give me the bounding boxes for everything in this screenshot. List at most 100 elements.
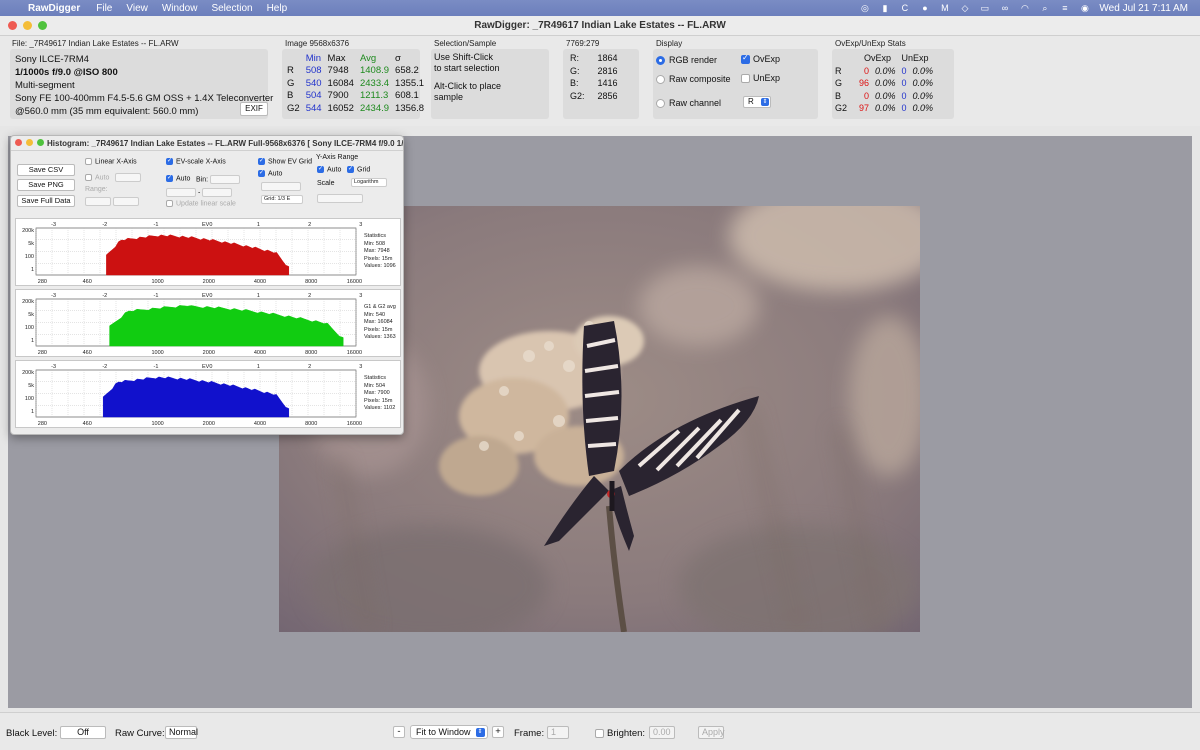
bin-option[interactable]: Bin: [196, 175, 241, 184]
menu-view[interactable]: View [126, 3, 148, 14]
show-ev-grid-checkbox[interactable] [258, 157, 265, 165]
grid-select[interactable]: Grid: 1/3 E [261, 195, 303, 204]
y-max-field[interactable] [317, 194, 363, 203]
zoom-select[interactable]: Fit to Window ⇕ [410, 725, 488, 739]
status-icon-2[interactable]: ▮ [879, 3, 890, 13]
grid-step-dropdown[interactable]: Grid: 1/3 E [261, 195, 303, 204]
status-icon-4[interactable]: ● [919, 3, 930, 13]
exif-button[interactable]: EXIF [240, 102, 268, 116]
siri-icon[interactable]: ◉ [1079, 3, 1090, 13]
menu-file[interactable]: File [96, 3, 112, 14]
ev-auto-checkbox[interactable] [166, 174, 173, 182]
unexp-checkbox[interactable] [741, 74, 750, 84]
raw-curve-control[interactable]: Normal [165, 726, 198, 739]
brighten-field[interactable]: 0.00 [649, 726, 675, 739]
rgb-render-radio[interactable] [656, 56, 665, 66]
link-icon[interactable]: ∞ [999, 3, 1010, 13]
menubar-datetime[interactable]: Wed Jul 21 7:11 AM [1099, 3, 1188, 14]
histogram-panel-blue[interactable]: -3 -2 -1 EV0 1 2 3 200k 5k 100 1 280 460 1000 2000 4000… [15, 360, 401, 428]
y-auto-option[interactable]: Auto [317, 165, 341, 173]
show-ev-grid-option[interactable]: Show EV Grid [258, 157, 312, 165]
apply-control[interactable]: Apply [698, 726, 725, 739]
y-tick-label: 1 [31, 409, 34, 415]
save-full-data-button[interactable]: Save Full Data [17, 195, 75, 207]
y-grid-checkbox[interactable] [347, 165, 354, 173]
close-window-button[interactable] [8, 21, 17, 30]
status-icon-3[interactable]: C [899, 3, 910, 13]
ovexp-option[interactable]: OvExp [741, 53, 780, 65]
menu-window[interactable]: Window [162, 3, 198, 14]
linear-x-checkbox[interactable] [85, 158, 92, 165]
zoom-window-button[interactable] [38, 21, 47, 30]
raw-channel-dropdown[interactable]: R ⇕ [743, 96, 771, 108]
zoom-out-button[interactable]: - [393, 726, 405, 738]
raw-channel-option[interactable]: Raw channel [656, 98, 721, 109]
zoom-in-control[interactable]: + [492, 726, 504, 738]
control-center-icon[interactable]: ≡ [1059, 3, 1070, 13]
update-linear-option[interactable]: Update linear scale [166, 200, 236, 207]
black-level-field[interactable]: Off [60, 726, 106, 739]
histogram-panel-red[interactable]: -3 -2 -1 EV0 1 2 3 200k 5k 100 1 280 460 1000 2000 4000… [15, 218, 401, 286]
raw-curve-field[interactable]: Normal [165, 726, 198, 739]
frame-field[interactable]: 1 [547, 726, 569, 739]
frame-control[interactable]: 1 [547, 726, 569, 739]
ev-scale-checkbox[interactable] [166, 157, 173, 165]
range-max-field[interactable] [112, 197, 139, 206]
histogram-panel-green[interactable]: -3 -2 -1 EV0 1 2 3 200k 5k 100 1 280 460 1000 2000 4000… [15, 289, 401, 357]
scale-dropdown[interactable]: Logarithm [351, 178, 387, 187]
ev-tick-label: -3 [51, 364, 56, 370]
close-histogram-button[interactable] [15, 139, 22, 146]
brighten-control[interactable]: 0.00 [649, 726, 675, 739]
menu-help[interactable]: Help [267, 3, 288, 14]
raw-channel-radio[interactable] [656, 99, 665, 109]
ev-auto-option[interactable]: Auto [166, 174, 190, 182]
save-png-button[interactable]: Save PNG [17, 179, 75, 191]
bin-select[interactable] [210, 175, 241, 184]
brighten-option[interactable]: Brighten: [595, 728, 645, 739]
y-grid-option[interactable]: Grid [347, 165, 370, 173]
status-icon-1[interactable]: ◎ [859, 3, 870, 13]
update-linear-checkbox[interactable] [166, 200, 173, 207]
battery-icon[interactable]: ▭ [979, 3, 990, 13]
ovexp-checkbox[interactable] [741, 53, 750, 65]
unexp-option[interactable]: UnExp [741, 73, 780, 84]
ev-grid-value-field[interactable] [261, 182, 301, 191]
ev-from-field[interactable] [166, 188, 196, 197]
raw-channel-select[interactable]: R ⇕ [743, 96, 771, 108]
brighten-checkbox[interactable] [595, 728, 604, 738]
ev-scale-option[interactable]: EV-scale X-Axis [166, 157, 226, 165]
search-icon[interactable]: ⌕ [1039, 3, 1050, 13]
menu-selection[interactable]: Selection [211, 3, 252, 14]
raw-composite-option[interactable]: Raw composite [656, 74, 731, 85]
raw-composite-radio[interactable] [656, 75, 665, 85]
wifi-icon[interactable]: ◠ [1019, 3, 1030, 13]
zoom-out-control[interactable]: - [393, 726, 405, 738]
zoom-histogram-button[interactable] [37, 139, 44, 146]
apply-button[interactable]: Apply [698, 726, 725, 739]
status-icon-5[interactable]: M [939, 3, 950, 13]
black-level-control[interactable]: Off [60, 726, 106, 739]
ev-to-field[interactable] [202, 188, 233, 197]
ev-grid-field[interactable] [261, 182, 301, 191]
y-max-value-field[interactable] [317, 194, 363, 203]
stats-line: Min: 540 [364, 311, 386, 318]
rgb-render-option[interactable]: RGB render [656, 55, 717, 66]
scale-select[interactable]: Logarithm [351, 178, 387, 187]
ev-grid-auto-checkbox[interactable] [258, 169, 265, 177]
save-csv-button[interactable]: Save CSV [17, 164, 75, 176]
linear-auto-option[interactable]: Auto [85, 173, 142, 182]
zoom-dropdown[interactable]: Fit to Window ⇕ [410, 725, 488, 739]
histogram-window[interactable]: Histogram: _7R49617 Indian Lake Estates … [10, 135, 404, 435]
minimize-window-button[interactable] [23, 21, 32, 30]
zoom-in-button[interactable]: + [492, 726, 504, 738]
y-auto-checkbox[interactable] [317, 165, 324, 173]
range-min-field[interactable] [85, 197, 111, 206]
bin-field[interactable] [115, 173, 142, 182]
linear-auto-checkbox[interactable] [85, 174, 92, 181]
ev-grid-auto-option[interactable]: Auto [258, 169, 282, 177]
status-icon-6[interactable]: ◇ [959, 3, 970, 13]
minimize-histogram-button[interactable] [26, 139, 33, 146]
ovexp-header [832, 52, 850, 65]
linear-x-axis-option[interactable]: Linear X-Axis [85, 158, 137, 165]
menu-app-name[interactable]: RawDigger [28, 3, 80, 14]
